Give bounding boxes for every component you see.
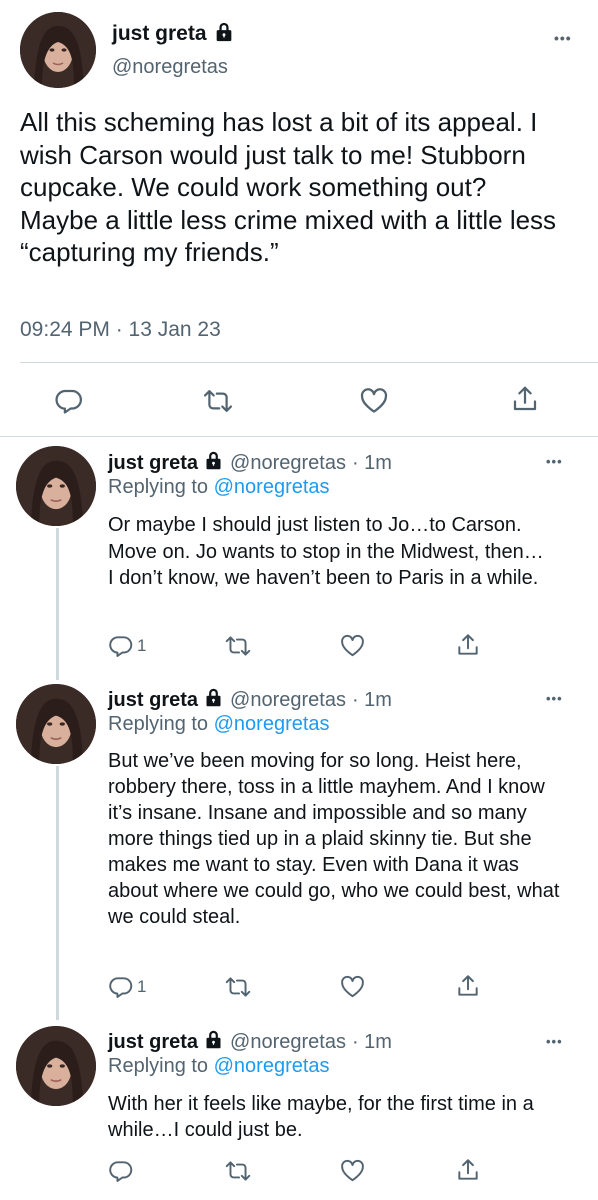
like-button[interactable] xyxy=(339,974,366,1000)
heart-icon xyxy=(360,388,388,413)
author-handle[interactable]: @noregretas xyxy=(112,56,228,79)
retweet-button[interactable] xyxy=(224,974,252,1000)
avatar[interactable] xyxy=(16,1026,96,1106)
share-icon xyxy=(513,386,537,411)
lock-icon xyxy=(213,21,235,48)
tweet-timestamp[interactable]: 09:24 PM · 13 Jan 23 xyxy=(20,318,221,342)
more-options-button[interactable]: ••• xyxy=(546,454,563,469)
author-handle[interactable]: @noregretas xyxy=(230,1031,346,1054)
replying-to: Replying to @noregretas xyxy=(108,1055,330,1078)
share-icon xyxy=(458,975,478,996)
author-display-name[interactable]: just greta xyxy=(108,452,198,475)
like-button[interactable] xyxy=(339,1158,366,1184)
retweet-icon xyxy=(225,977,251,997)
divider xyxy=(0,436,598,437)
like-button[interactable] xyxy=(358,386,390,416)
retweet-button[interactable] xyxy=(202,386,234,416)
reply-header: just greta @noregretas · 1m xyxy=(108,450,392,476)
avatar[interactable] xyxy=(16,684,96,764)
reply-count: 1 xyxy=(137,977,147,996)
tweet-text: With her it feels like maybe, for the fi… xyxy=(108,1093,534,1141)
reply-icon xyxy=(55,389,82,414)
retweet-button[interactable] xyxy=(224,1158,252,1184)
reply-button[interactable]: 1 xyxy=(108,974,146,1000)
reply-header: just greta @noregretas · 1m xyxy=(108,687,392,713)
retweet-icon xyxy=(225,636,251,656)
heart-icon xyxy=(341,975,364,998)
author-handle[interactable]: @noregretas xyxy=(230,452,346,475)
tweet-time[interactable]: · 1m xyxy=(352,452,392,475)
heart-icon xyxy=(341,634,364,657)
share-icon xyxy=(458,1159,478,1180)
share-button[interactable] xyxy=(455,632,481,658)
share-button[interactable] xyxy=(455,1157,481,1183)
share-button[interactable] xyxy=(510,384,540,414)
tweet-time[interactable]: · 1m xyxy=(352,689,392,712)
avatar[interactable] xyxy=(16,446,96,526)
tweet-time[interactable]: · 1m xyxy=(352,1031,392,1054)
reply-button[interactable] xyxy=(54,386,84,416)
avatar[interactable] xyxy=(20,12,96,88)
like-button[interactable] xyxy=(339,633,366,659)
author-display-name[interactable]: just greta xyxy=(112,22,207,46)
retweet-icon xyxy=(225,1161,251,1181)
tweet-text: But we’ve been moving for so long. Heist… xyxy=(108,750,560,928)
tweet-text: Or maybe I should just listen to Jo…to C… xyxy=(108,514,544,589)
more-options-button[interactable]: ••• xyxy=(546,691,563,706)
reply-count: 1 xyxy=(137,636,147,655)
replying-to: Replying to @noregretas xyxy=(108,476,330,499)
replying-to: Replying to @noregretas xyxy=(108,713,330,736)
author-name-row: just greta xyxy=(112,20,235,48)
reply-header: just greta @noregretas · 1m xyxy=(108,1029,392,1055)
author-display-name[interactable]: just greta xyxy=(108,689,198,712)
reply-button[interactable] xyxy=(108,1158,137,1184)
reply-icon xyxy=(109,636,133,657)
divider xyxy=(20,362,598,363)
lock-icon xyxy=(203,687,224,714)
reply-icon xyxy=(109,1161,133,1182)
more-options-button[interactable]: ••• xyxy=(554,30,572,46)
lock-icon xyxy=(203,450,224,477)
replying-to-prefix: Replying to xyxy=(108,713,214,735)
replying-to-handle[interactable]: @noregretas xyxy=(214,476,330,498)
more-options-button[interactable]: ••• xyxy=(546,1034,563,1049)
lock-icon xyxy=(203,1029,224,1056)
tweet-text: All this scheming has lost a bit of its … xyxy=(20,107,557,267)
share-button[interactable] xyxy=(455,973,481,999)
retweet-button[interactable] xyxy=(224,633,252,659)
author-display-name[interactable]: just greta xyxy=(108,1031,198,1054)
thread-line xyxy=(56,766,59,1020)
retweet-icon xyxy=(203,390,233,412)
thread-line xyxy=(56,528,59,680)
replying-to-handle[interactable]: @noregretas xyxy=(214,1055,330,1077)
reply-icon xyxy=(109,977,133,998)
heart-icon xyxy=(341,1159,364,1182)
share-icon xyxy=(458,634,478,655)
replying-to-handle[interactable]: @noregretas xyxy=(214,713,330,735)
replying-to-prefix: Replying to xyxy=(108,476,214,498)
author-handle[interactable]: @noregretas xyxy=(230,689,346,712)
reply-button[interactable]: 1 xyxy=(108,633,146,659)
replying-to-prefix: Replying to xyxy=(108,1055,214,1077)
